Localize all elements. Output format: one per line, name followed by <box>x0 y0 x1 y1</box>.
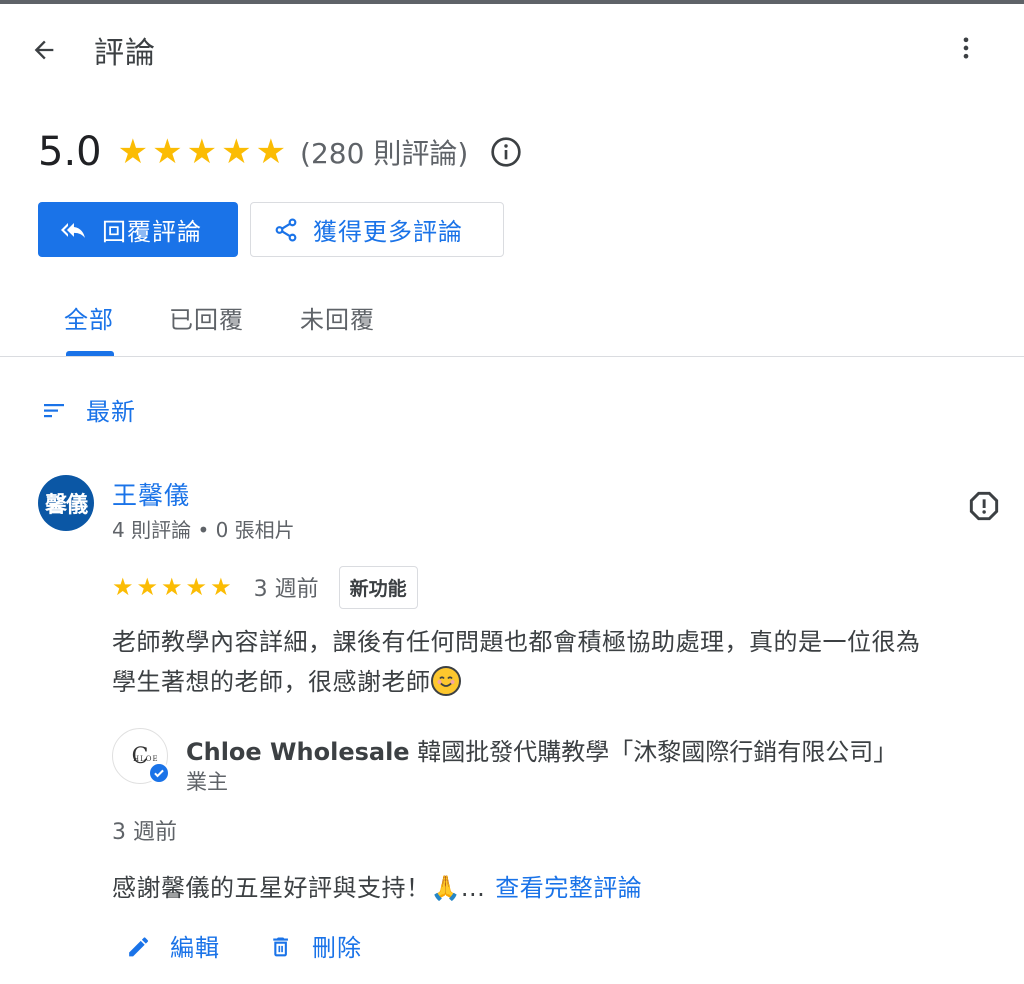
tab-all[interactable]: 全部 <box>64 300 114 335</box>
tab-unreplied[interactable]: 未回覆 <box>300 300 375 335</box>
star-icon: ★ <box>136 573 159 601</box>
reply-reviews-label: 回覆評論 <box>102 218 202 246</box>
edit-label: 編輯 <box>170 934 220 962</box>
owner-name-brand: Chloe Wholesale <box>186 738 410 766</box>
get-more-reviews-label: 獲得更多評論 <box>313 218 463 246</box>
review-text-line-1: 老師教學內容詳細，課後有任何問題也都會積極協助處理，真的是一位很為 <box>112 628 921 656</box>
reviewer-meta: 4 則評論 • 0 張相片 <box>112 518 295 542</box>
star-icon: ★ <box>117 132 149 172</box>
owner-name-company: 韓國批發代購教學「沐黎國際行銷有限公司」 <box>409 738 898 766</box>
owner-name: Chloe Wholesale 韓國批發代購教學「沐黎國際行銷有限公司」 <box>186 732 897 767</box>
review-time: 3 週前 <box>253 577 319 602</box>
back-button[interactable] <box>24 30 64 70</box>
star-icon: ★ <box>161 573 183 601</box>
edit-reply-button[interactable]: 編輯 <box>126 928 220 963</box>
review-rating-row: ★ ★ ★ ★ ★ 3 週前 新功能 <box>112 565 418 609</box>
review-text-line-2: 學生著想的老師，很感謝老師 <box>112 668 431 696</box>
pencil-icon <box>129 936 149 956</box>
review-text: 老師教學內容詳細，課後有任何問題也都會積極協助處理，真的是一位很為 學生著想的老… <box>112 622 1024 702</box>
more-options-button[interactable] <box>946 28 986 68</box>
sort-label: 最新 <box>86 398 136 426</box>
info-button[interactable] <box>490 136 522 168</box>
owner-role: 業主 <box>186 770 228 794</box>
app-header: 評論 <box>0 4 1024 90</box>
reply-all-icon <box>60 222 85 238</box>
star-icon: ★ <box>210 573 232 601</box>
arrow-left-icon <box>34 40 54 60</box>
star-icon: ★ <box>112 573 134 601</box>
verified-badge-icon <box>148 762 170 784</box>
review-stars: ★ ★ ★ ★ ★ <box>112 575 232 599</box>
info-icon <box>491 137 521 167</box>
delete-reply-button[interactable]: 刪除 <box>268 928 362 963</box>
get-more-reviews-button[interactable]: 獲得更多評論 <box>250 202 504 257</box>
page-title: 評論 <box>94 36 156 71</box>
review-filter-tabs: 全部 已回覆 未回覆 <box>0 290 1024 357</box>
active-tab-indicator <box>66 351 114 356</box>
star-icon: ★ <box>152 132 183 172</box>
view-full-review-link[interactable]: 查看完整評論 <box>495 874 642 902</box>
report-icon <box>969 491 999 521</box>
sort-icon <box>44 403 64 417</box>
star-icon: ★ <box>186 132 218 172</box>
more-vertical-icon <box>963 37 969 59</box>
smiling-face-emoji-icon <box>430 666 461 696</box>
reply-text: 感謝馨儀的五星好評與支持！🙏... 查看完整評論 <box>112 868 642 903</box>
report-review-button[interactable] <box>966 488 1002 524</box>
reply-text-content: 感謝馨儀的五星好評與支持！🙏... <box>112 874 486 902</box>
reply-reviews-button[interactable]: 回覆評論 <box>38 202 238 257</box>
new-feature-badge: 新功能 <box>338 565 418 609</box>
reply-time: 3 週前 <box>112 820 177 845</box>
reviewer-name[interactable]: 王馨儀 <box>112 476 190 512</box>
average-rating: 5.0 <box>38 129 102 175</box>
star-icon: ★ <box>185 573 208 601</box>
rating-summary: 5.0 ★ ★ ★ ★ ★ (280 則評論) <box>38 128 522 176</box>
reviewer-avatar[interactable]: 馨儀 <box>38 475 94 531</box>
delete-label: 刪除 <box>312 934 362 962</box>
tab-replied[interactable]: 已回覆 <box>169 300 244 335</box>
star-icon: ★ <box>255 132 287 172</box>
review-count: (280 則評論) <box>300 137 469 170</box>
review-text-line-2-wrap: 學生著想的老師，很感謝老師 <box>112 662 1024 702</box>
star-icon: ★ <box>221 132 252 172</box>
summary-stars: ★ ★ ★ ★ ★ <box>118 135 286 169</box>
share-icon <box>275 218 297 241</box>
sort-button[interactable]: 最新 <box>42 392 136 427</box>
trash-icon <box>273 936 288 956</box>
